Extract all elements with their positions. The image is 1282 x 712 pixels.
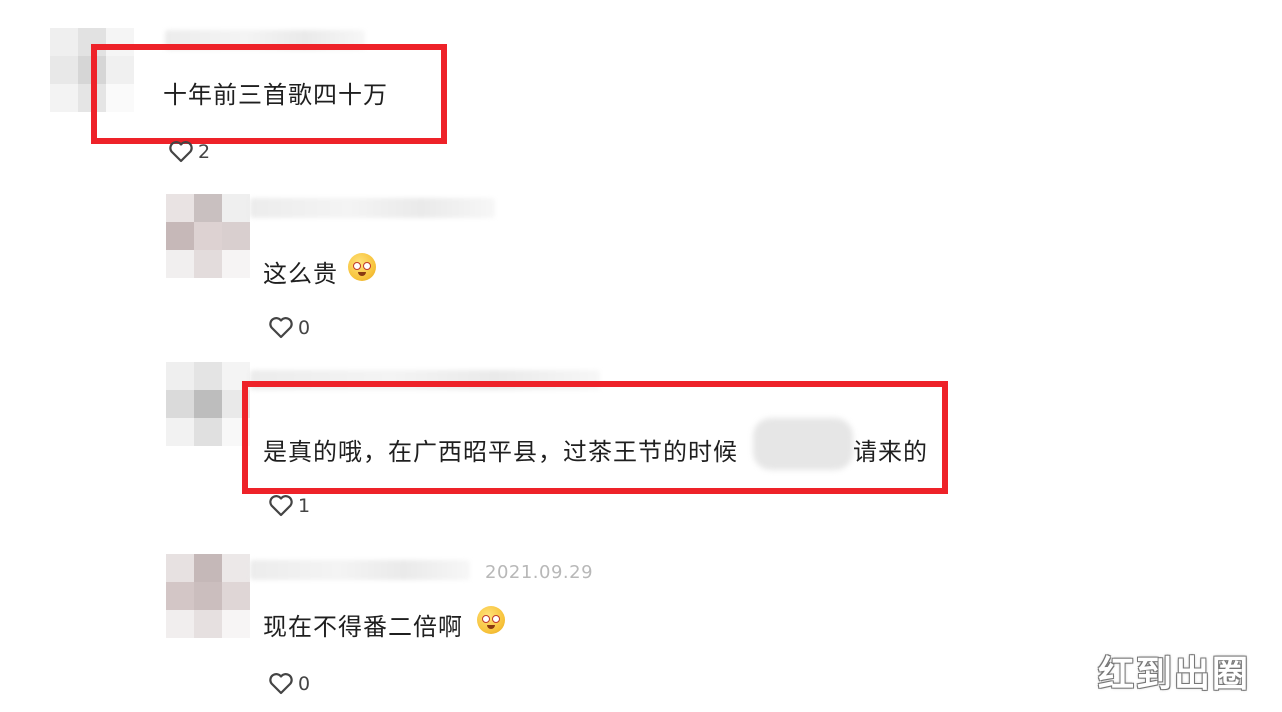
avatar[interactable] bbox=[166, 362, 250, 446]
avatar[interactable] bbox=[50, 28, 134, 112]
redacted-name bbox=[753, 418, 853, 470]
like-count: 1 bbox=[298, 495, 311, 517]
username-redacted bbox=[250, 198, 495, 218]
comment-text: 这么贵 bbox=[263, 260, 338, 288]
like-count: 0 bbox=[298, 673, 311, 695]
username-redacted bbox=[165, 30, 365, 50]
like-button[interactable]: 1 bbox=[268, 494, 310, 518]
face-holding-back-tears-emoji bbox=[477, 606, 505, 634]
comment-date: 2021.09.29 bbox=[485, 562, 594, 583]
like-button[interactable]: 0 bbox=[268, 672, 310, 696]
like-count: 2 bbox=[198, 141, 211, 163]
comment-text-continued: 请来的 bbox=[853, 438, 928, 466]
watermark: 红到出圈 bbox=[1098, 654, 1251, 695]
heart-icon bbox=[169, 141, 193, 163]
heart-icon bbox=[269, 317, 293, 339]
avatar[interactable] bbox=[166, 194, 250, 278]
comment-text: 是真的哦，在广西昭平县，过茶王节的时候 bbox=[263, 438, 738, 466]
like-button[interactable]: 0 bbox=[268, 316, 310, 340]
username-redacted bbox=[250, 560, 470, 580]
heart-icon bbox=[269, 673, 293, 695]
like-count: 0 bbox=[298, 317, 311, 339]
face-holding-back-tears-emoji bbox=[348, 253, 376, 281]
username-redacted bbox=[250, 370, 600, 390]
like-button[interactable]: 2 bbox=[168, 140, 210, 164]
comment-text: 十年前三首歌四十万 bbox=[163, 81, 388, 109]
avatar[interactable] bbox=[166, 554, 250, 638]
comment-thread-screenshot: 十年前三首歌四十万 2 这么贵 0 是真的哦，在广西昭平县，过茶王节的时候 请来… bbox=[0, 0, 1282, 712]
comment-text: 现在不得番二倍啊 bbox=[263, 613, 463, 641]
heart-icon bbox=[269, 495, 293, 517]
